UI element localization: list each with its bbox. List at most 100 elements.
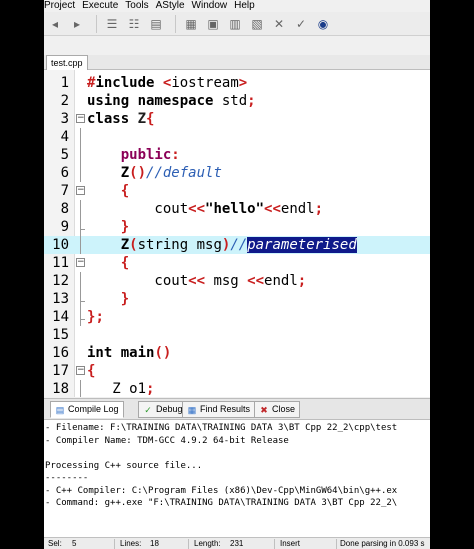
code-line[interactable]: 14}; — [44, 308, 430, 326]
toggle-comment-icon[interactable]: ▤ — [147, 15, 165, 33]
tab-close[interactable]: ✖ Close — [254, 401, 301, 418]
file-tab-test-cpp[interactable]: test.cpp — [46, 55, 88, 70]
tab-label: Close — [272, 404, 296, 414]
line-number: 3 — [60, 111, 69, 127]
code-token: int — [87, 345, 121, 361]
code-token: () — [154, 345, 172, 361]
status-length-label: Length: — [194, 539, 221, 548]
menu-astyle[interactable]: AStyle — [156, 0, 192, 12]
status-length-value: 231 — [230, 539, 244, 548]
code-line[interactable]: 12 cout<< msg <<endl; — [44, 272, 430, 290]
code-line[interactable]: 5 public: — [44, 146, 430, 164]
code-line[interactable]: 13 } — [44, 290, 430, 308]
code-line[interactable]: 18 Z o1; — [44, 380, 430, 397]
tab-debug[interactable]: ✓ Debug — [138, 401, 188, 418]
toolbar-separator — [175, 14, 176, 33]
tab-compile-log[interactable]: ▤ Compile Log — [50, 401, 124, 418]
unindent-icon[interactable]: ☷ — [125, 15, 143, 33]
code-token: ; — [314, 201, 324, 217]
code-line[interactable]: 4 — [44, 128, 430, 146]
fold-collapse-icon[interactable]: − — [76, 114, 85, 123]
code-line[interactable]: 16 int main() — [44, 344, 430, 362]
run-icon[interactable]: ▣ — [204, 15, 222, 33]
debug-tool-icon[interactable]: ✓ — [292, 15, 310, 33]
code-text: Z o1; — [87, 380, 154, 397]
code-line[interactable]: 7− { — [44, 182, 430, 200]
code-token: "hello" — [205, 201, 265, 217]
code-line[interactable]: 8 cout<<"hello"<<endl; — [44, 200, 430, 218]
code-text: using namespace std; — [87, 92, 256, 110]
rebuild-icon[interactable]: ▧ — [248, 15, 266, 33]
code-line[interactable]: 1 #include <iostream> — [44, 74, 430, 92]
stop-icon[interactable]: ✕ — [270, 15, 288, 33]
code-token: : — [171, 147, 180, 163]
line-number: 13 — [52, 291, 69, 307]
code-token: string msg — [137, 237, 222, 253]
menu-tools[interactable]: Tools — [125, 0, 155, 12]
code-line[interactable]: 11− { — [44, 254, 430, 272]
code-text: } — [87, 290, 129, 308]
log-line: - Filename: F:\TRAINING DATA\TRAINING DA… — [45, 423, 398, 433]
menu-bar: Project Execute Tools AStyle Window Help — [44, 0, 430, 12]
status-mode: Insert — [280, 539, 301, 548]
indent-icon[interactable]: ☰ — [103, 15, 121, 33]
line-number: 9 — [60, 219, 69, 235]
code-token: } — [120, 219, 130, 235]
tab-find-results[interactable]: ▦ Find Results — [182, 401, 256, 418]
code-line[interactable]: 2 using namespace std; — [44, 92, 430, 110]
fold-guide — [80, 146, 81, 164]
line-number: 6 — [60, 165, 69, 181]
fold-guide — [80, 290, 85, 308]
code-editor[interactable]: 1 #include <iostream> 2 using namespace std… — [44, 70, 430, 397]
code-line[interactable]: 6 Z()//default — [44, 164, 430, 182]
find-results-icon: ▦ — [187, 404, 197, 415]
menu-help[interactable]: Help — [234, 0, 262, 12]
log-line: - Compiler Name: TDM-GCC 4.9.2 64-bit Re… — [45, 435, 289, 446]
close-icon: ✖ — [260, 404, 268, 415]
code-text: int main() — [87, 344, 171, 362]
code-line[interactable]: 9 } — [44, 218, 430, 236]
code-line[interactable]: 17−{ — [44, 362, 430, 380]
code-line[interactable]: 10 Z(string msg)//parameterised — [44, 236, 430, 254]
menu-execute[interactable]: Execute — [82, 0, 125, 12]
code-line[interactable]: 3− class Z{ — [44, 110, 430, 128]
code-text: } — [87, 218, 129, 236]
fold-collapse-icon[interactable]: − — [76, 258, 85, 267]
code-token: // — [230, 237, 248, 253]
menu-project[interactable]: Project — [44, 0, 82, 12]
code-line[interactable]: 15 — [44, 326, 430, 344]
line-number: 7 — [60, 183, 69, 199]
code-text: Z()//default — [87, 164, 222, 182]
line-number: 15 — [52, 327, 69, 343]
code-text: cout<< msg <<endl; — [87, 272, 306, 290]
fold-collapse-icon[interactable]: − — [76, 186, 85, 195]
log-line: - Command: g++.exe "F:\TRAINING DATA\TRA… — [45, 498, 398, 508]
line-number: 14 — [52, 309, 69, 325]
selected-text: parameterised — [247, 237, 357, 253]
line-number: 1 — [60, 75, 69, 91]
menu-window[interactable]: Window — [192, 0, 235, 12]
profile-icon[interactable]: ◉ — [314, 15, 332, 33]
code-token: ; — [247, 93, 256, 109]
compile-log[interactable]: - Filename: F:\TRAINING DATA\TRAINING DA… — [44, 420, 430, 537]
compile-run-icon[interactable]: ▥ — [226, 15, 244, 33]
line-number: 5 — [60, 147, 69, 163]
code-token: msg — [205, 273, 248, 289]
fold-collapse-icon[interactable]: − — [76, 366, 85, 375]
status-separator — [274, 539, 275, 549]
code-token: << — [188, 201, 206, 217]
code-token: { — [120, 183, 130, 199]
code-token: cout — [87, 273, 189, 289]
back-icon[interactable]: ◂ — [46, 15, 64, 33]
compile-icon[interactable]: ▦ — [182, 15, 200, 33]
forward-icon[interactable]: ▸ — [68, 15, 86, 33]
fold-guide — [80, 236, 81, 254]
code-text: public: — [87, 146, 180, 164]
code-token: using namespace — [87, 93, 222, 109]
code-token: { — [87, 363, 96, 379]
code-token: class — [87, 111, 138, 127]
